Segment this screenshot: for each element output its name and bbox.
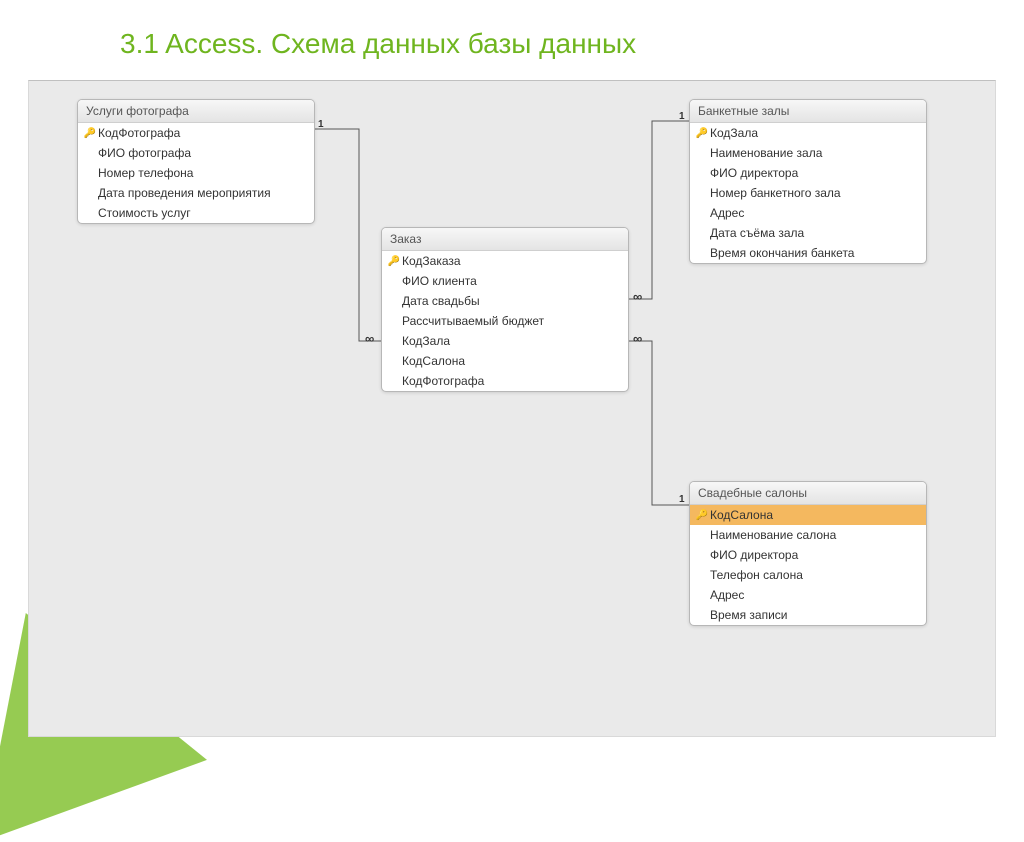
cardinality-many: ∞ [365,331,374,346]
table-field[interactable]: Дата свадьбы [382,291,628,311]
field-name: Адрес [710,206,920,220]
table-field[interactable]: Наименование зала [690,143,926,163]
table-field[interactable]: Дата съёма зала [690,223,926,243]
field-name: Дата съёма зала [710,226,920,240]
table-field[interactable]: Дата проведения мероприятия [78,183,314,203]
table-field[interactable]: ФИО директора [690,545,926,565]
field-name: КодСалона [710,508,920,522]
table-title: Услуги фотографа [78,100,314,123]
field-name: КодЗала [710,126,920,140]
field-name: ФИО клиента [402,274,622,288]
table-order[interactable]: Заказ 🔑КодЗаказа ФИО клиента Дата свадьбы Р… [381,227,629,392]
field-name: Номер банкетного зала [710,186,920,200]
field-list: 🔑КодЗала Наименование зала ФИО директора Но… [690,123,926,263]
table-field[interactable]: 🔑КодСалона [690,505,926,525]
field-name: КодЗаказа [402,254,622,268]
table-salons[interactable]: Свадебные салоны 🔑КодСалона Наименование … [689,481,927,626]
table-field[interactable]: Номер банкетного зала [690,183,926,203]
primary-key-icon: 🔑 [386,256,402,267]
field-name: Телефон салона [710,568,920,582]
table-field[interactable]: Наименование салона [690,525,926,545]
table-field[interactable]: Рассчитываемый бюджет [382,311,628,331]
table-field[interactable]: 🔑КодЗаказа [382,251,628,271]
field-name: КодФотографа [98,126,308,140]
field-name: Стоимость услуг [98,206,308,220]
table-title: Банкетные залы [690,100,926,123]
field-name: КодЗала [402,334,622,348]
table-field[interactable]: Стоимость услуг [78,203,314,223]
primary-key-icon: 🔑 [694,128,710,139]
field-name: Адрес [710,588,920,602]
field-name: Дата свадьбы [402,294,622,308]
field-name: Дата проведения мероприятия [98,186,308,200]
primary-key-icon: 🔑 [82,128,98,139]
table-field[interactable]: 🔑КодФотографа [78,123,314,143]
field-name: Время окончания банкета [710,246,920,260]
cardinality-one: 1 [318,119,324,130]
field-list: 🔑КодСалона Наименование салона ФИО директо… [690,505,926,625]
field-name: Наименование зала [710,146,920,160]
table-halls[interactable]: Банкетные залы 🔑КодЗала Наименование зала… [689,99,927,264]
field-list: 🔑КодЗаказа ФИО клиента Дата свадьбы Рассчит… [382,251,628,391]
table-field[interactable]: КодЗала [382,331,628,351]
primary-key-icon: 🔑 [694,510,710,521]
table-field[interactable]: Номер телефона [78,163,314,183]
field-name: Наименование салона [710,528,920,542]
table-field[interactable]: КодСалона [382,351,628,371]
table-field[interactable]: Адрес [690,585,926,605]
field-name: ФИО фотографа [98,146,308,160]
table-field[interactable]: Телефон салона [690,565,926,585]
table-title: Заказ [382,228,628,251]
table-photographer[interactable]: Услуги фотографа 🔑КодФотографа ФИО фотогр… [77,99,315,224]
table-field[interactable]: 🔑КодЗала [690,123,926,143]
relationships-canvas: 1 ∞ 1 ∞ 1 ∞ Услуги фотографа 🔑КодФотогра… [28,80,996,737]
field-name: ФИО директора [710,548,920,562]
table-field[interactable]: КодФотографа [382,371,628,391]
field-name: Номер телефона [98,166,308,180]
field-name: Время записи [710,608,920,622]
cardinality-many: ∞ [633,331,642,346]
field-name: Рассчитываемый бюджет [402,314,622,328]
slide-title: 3.1 Access. Схема данных базы данных [120,28,636,60]
field-name: КодФотографа [402,374,622,388]
table-field[interactable]: ФИО фотографа [78,143,314,163]
field-list: 🔑КодФотографа ФИО фотографа Номер телефона… [78,123,314,223]
table-title: Свадебные салоны [690,482,926,505]
cardinality-one: 1 [679,111,685,122]
cardinality-many: ∞ [633,289,642,304]
table-field[interactable]: Время записи [690,605,926,625]
field-name: ФИО директора [710,166,920,180]
table-field[interactable]: ФИО директора [690,163,926,183]
table-field[interactable]: ФИО клиента [382,271,628,291]
field-name: КодСалона [402,354,622,368]
cardinality-one: 1 [679,494,685,505]
table-field[interactable]: Время окончания банкета [690,243,926,263]
table-field[interactable]: Адрес [690,203,926,223]
